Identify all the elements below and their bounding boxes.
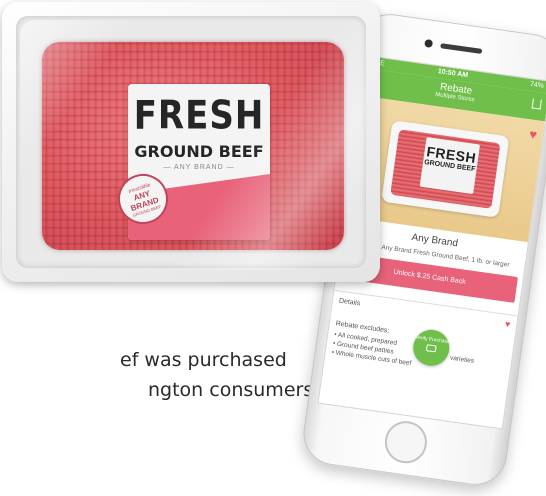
details-label[interactable]: Details xyxy=(338,298,360,308)
product-thumbnail-tray: FRESH GROUND BEEF xyxy=(381,120,510,218)
label-subtitle: GROUND BEEF xyxy=(134,142,264,161)
caption-line-1: ef was purchased xyxy=(120,349,287,371)
label-title: FRESH xyxy=(133,93,265,139)
exclusions-trailing-text: varieties xyxy=(449,354,475,365)
heart-small-icon[interactable]: ♥ xyxy=(504,319,511,330)
camera-icon xyxy=(425,344,437,353)
verify-purchase-button[interactable]: Verify Purchase xyxy=(410,327,452,369)
caption-line-2: ngton consumers xyxy=(148,379,314,401)
share-icon[interactable] xyxy=(531,98,542,110)
meat-tray: FRESH GROUND BEEF — ANY BRAND — Irresist… xyxy=(2,2,380,282)
product-thumbnail-label: FRESH GROUND BEEF xyxy=(419,137,481,195)
exclusions-list: • All cooked, prepared • Ground beef pat… xyxy=(331,330,414,368)
label-brand: — ANY BRAND — xyxy=(163,164,235,171)
slide-image: ef was purchased ngton consumers LTE 10:… xyxy=(0,0,546,496)
verify-purchase-label: Verify Purchase xyxy=(414,334,451,346)
